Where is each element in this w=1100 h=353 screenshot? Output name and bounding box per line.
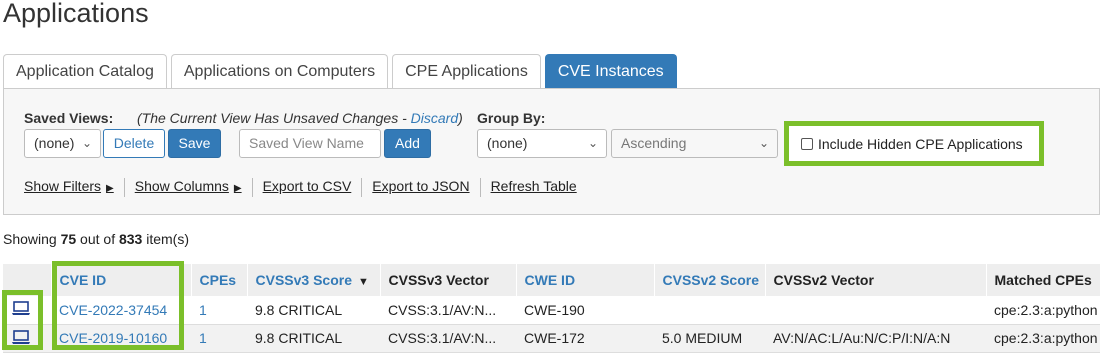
chevron-down-icon: ⌄ <box>81 136 92 150</box>
cpes-cell[interactable]: 1 <box>191 296 247 325</box>
unsaved-note-end: ) <box>458 110 463 126</box>
show-filters-link[interactable]: Show Filters ▶ <box>24 178 124 197</box>
include-hidden-label: Include Hidden CPE Applications <box>818 135 1023 152</box>
laptop-icon[interactable] <box>11 329 31 348</box>
saved-view-name-input[interactable]: Saved View Name <box>239 129 381 158</box>
show-filters-label: Show Filters <box>24 178 102 194</box>
group-by-select[interactable]: (none) ⌄ <box>477 129 607 158</box>
cve-id-cell: CVE-2019-10160 <box>51 324 191 353</box>
group-by-label: Group By: <box>477 110 546 126</box>
page-title: Applications <box>3 0 149 28</box>
saved-view-value: (none) <box>34 135 75 151</box>
results-summary: Showing 75 out of 833 item(s) <box>3 231 189 247</box>
matched-cpes-header[interactable]: Matched CPEs <box>986 264 1100 296</box>
tab-bar: Application Catalog Applications on Comp… <box>3 54 681 88</box>
caret-right-icon: ▶ <box>106 183 114 194</box>
cvss3-vector-header[interactable]: CVSSv3 Vector <box>380 264 517 296</box>
cpes-cell[interactable]: 1 <box>191 324 247 353</box>
tab-cve-instances[interactable]: CVE Instances <box>544 54 677 88</box>
cpes-header[interactable]: CPEs <box>191 264 248 296</box>
row-action-cell <box>3 324 51 353</box>
tab-application-catalog[interactable]: Application Catalog <box>3 54 167 88</box>
cvss3-score-cell: 9.8 CRITICAL <box>247 296 380 325</box>
cwe-id-cell: CWE-190 <box>516 296 654 325</box>
tab-cpe-applications[interactable]: CPE Applications <box>392 54 541 88</box>
cvss2-vector-cell: AV:N/AC:L/Au:N/C:P/I:N/A:N <box>765 324 986 353</box>
summary-prefix: Showing <box>3 231 61 247</box>
show-columns-link[interactable]: Show Columns ▶ <box>123 178 252 197</box>
table-actions: Show Filters ▶ Show Columns ▶ Export to CS… <box>24 178 587 197</box>
caret-right-icon: ▶ <box>233 183 242 194</box>
cvss3-vector-cell: CVSS:3.1/AV:N... <box>380 324 516 353</box>
saved-views-label: Saved Views: <box>24 110 114 126</box>
table-header-row: CVE ID CPEs CVSSv3 Score ▼ CVSSv3 Vector … <box>3 264 1100 296</box>
summary-middle: out of <box>76 231 119 247</box>
chevron-down-icon: ⌄ <box>758 136 769 150</box>
cvss3-score-header-label: CVSSv3 Score <box>255 272 353 288</box>
sort-desc-icon: ▼ <box>358 276 369 288</box>
export-csv-link[interactable]: Export to CSV <box>251 178 362 197</box>
view-options-panel: Saved Views: (The Current View Has Unsav… <box>3 88 1100 215</box>
delete-button[interactable]: Delete <box>103 129 165 158</box>
save-button[interactable]: Save <box>168 129 221 158</box>
tab-applications-on-computers[interactable]: Applications on Computers <box>170 54 389 88</box>
matched-cpes-cell: cpe:2.3:a:python <box>986 324 1100 353</box>
cve-id-link[interactable]: CVE-2022-37454 <box>59 302 167 318</box>
include-hidden-cpe-toggle[interactable]: Include Hidden CPE Applications <box>784 121 1044 166</box>
cvss2-vector-cell <box>765 296 986 325</box>
table-row: CVE-2022-37454 1 9.8 CRITICAL CVSS:3.1/A… <box>3 296 1100 325</box>
cvss3-score-cell: 9.8 CRITICAL <box>247 324 380 353</box>
summary-suffix: item(s) <box>142 231 190 247</box>
chevron-down-icon: ⌄ <box>587 136 598 150</box>
unsaved-note-text: (The Current View Has Unsaved Changes - <box>137 110 411 126</box>
discard-link[interactable]: Discard <box>411 110 458 126</box>
matched-cpes-cell: cpe:2.3:a:python <box>986 296 1100 325</box>
cve-id-cell: CVE-2022-37454 <box>51 296 191 325</box>
show-columns-label: Show Columns <box>134 178 229 194</box>
saved-view-select[interactable]: (none) ⌄ <box>24 129 101 158</box>
cvss2-vector-header[interactable]: CVSSv2 Vector <box>765 264 987 296</box>
group-by-value: (none) <box>487 135 528 151</box>
saved-view-name-placeholder: Saved View Name <box>249 135 364 151</box>
sort-order-value: Ascending <box>621 135 687 151</box>
include-hidden-checkbox[interactable] <box>801 137 813 150</box>
cwe-id-header[interactable]: CWE ID <box>516 264 655 296</box>
cvss3-score-header[interactable]: CVSSv3 Score ▼ <box>247 264 381 296</box>
sort-order-select[interactable]: Ascending ⌄ <box>611 129 778 158</box>
refresh-table-link[interactable]: Refresh Table <box>479 178 587 197</box>
cvss2-score-cell <box>654 296 765 325</box>
shown-count: 75 <box>60 231 77 247</box>
cvss2-score-cell: 5.0 MEDIUM <box>654 324 765 353</box>
icon-column-header <box>3 264 52 296</box>
cve-table: CVE ID CPEs CVSSv3 Score ▼ CVSSv3 Vector … <box>3 264 1100 353</box>
cwe-id-cell: CWE-172 <box>516 324 654 353</box>
cvss2-score-header[interactable]: CVSSv2 Score <box>654 264 766 296</box>
cvss3-vector-cell: CVSS:3.1/AV:N... <box>380 296 516 325</box>
unsaved-changes-note: (The Current View Has Unsaved Changes - … <box>137 110 463 126</box>
table-row: CVE-2019-10160 1 9.8 CRITICAL CVSS:3.1/A… <box>3 324 1100 353</box>
laptop-icon[interactable] <box>11 300 31 319</box>
add-button[interactable]: Add <box>384 129 431 158</box>
export-json-link[interactable]: Export to JSON <box>361 178 479 197</box>
total-count: 833 <box>118 231 143 247</box>
cve-id-link[interactable]: CVE-2019-10160 <box>59 330 167 346</box>
row-action-cell <box>3 296 51 325</box>
cve-id-header[interactable]: CVE ID <box>51 264 192 296</box>
